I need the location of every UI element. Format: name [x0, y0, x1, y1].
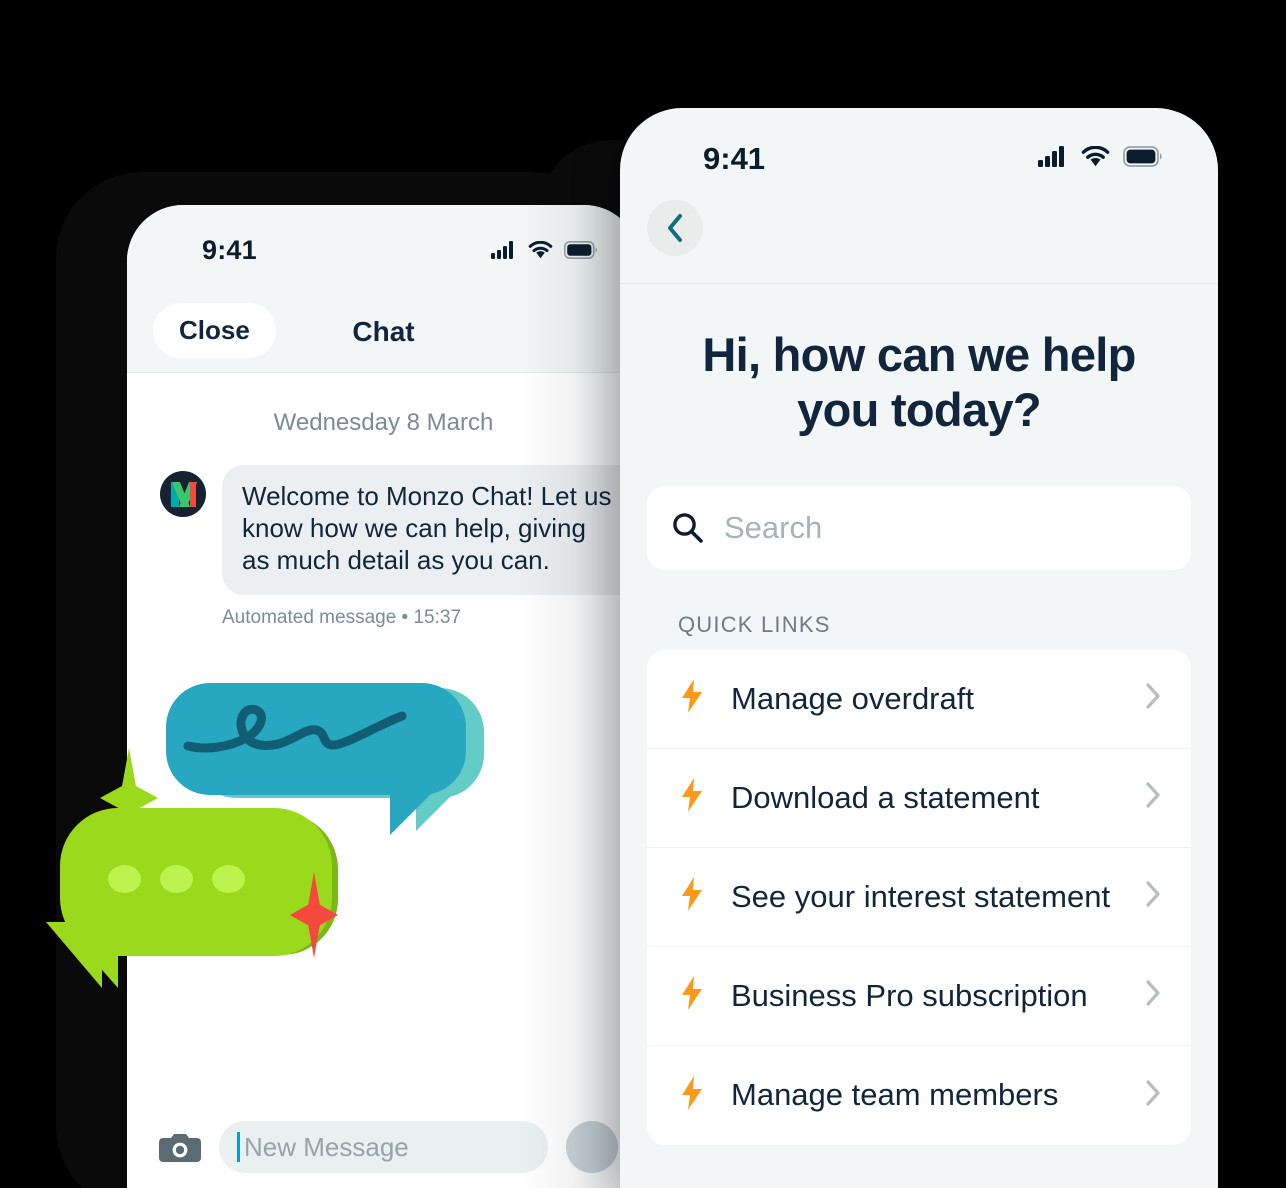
chevron-right-icon [1146, 980, 1166, 1011]
lightning-bolt-icon [677, 976, 707, 1015]
typing-dot-3 [212, 865, 245, 893]
back-button[interactable] [647, 200, 703, 256]
quick-link-label: Download a statement [731, 779, 1040, 815]
typing-dot-1 [108, 865, 141, 893]
lightning-bolt-icon [677, 1075, 707, 1115]
handwriting-scribble-icon [183, 704, 407, 753]
decorative-illustration [20, 660, 500, 1000]
lightning-bolt-icon [677, 679, 707, 718]
status-time: 9:41 [703, 141, 766, 176]
text-caret [237, 1132, 240, 1162]
camera-icon[interactable] [159, 1130, 201, 1164]
quick-link-row[interactable]: Business Pro subscription [647, 947, 1191, 1046]
status-icons [491, 241, 598, 259]
new-message-input[interactable]: New Message [219, 1121, 548, 1173]
help-nav-bar [620, 200, 1218, 284]
chat-nav-bar: Close Chat [127, 291, 640, 373]
page-title: Hi, how can we help you today? [702, 328, 1136, 436]
chat-status-bar: 9:41 [127, 205, 640, 291]
message-meta: Automated message • 15:37 [222, 606, 462, 628]
chevron-right-icon [1146, 683, 1166, 714]
search-icon [673, 513, 703, 544]
chat-title: Chat [352, 315, 415, 347]
quick-link-label: Business Pro subscription [731, 977, 1088, 1013]
lightning-bolt-icon [677, 778, 707, 817]
chevron-left-icon [668, 214, 682, 242]
lightning-bolt-icon [677, 877, 707, 916]
status-icons [1038, 146, 1163, 167]
cellular-signal-icon [491, 241, 513, 259]
status-time: 9:41 [202, 235, 257, 265]
chevron-right-icon [1146, 1080, 1166, 1111]
quick-link-row[interactable]: See your interest statement [647, 848, 1191, 947]
new-message-placeholder: New Message [244, 1131, 409, 1162]
quick-link-label: See your interest statement [731, 878, 1111, 914]
speech-bubble-teal-tail [390, 783, 442, 835]
typing-dot-2 [160, 865, 193, 893]
cellular-signal-icon [1038, 146, 1064, 167]
chat-message: Welcome to Monzo Chat! Let us know how w… [127, 437, 640, 595]
quick-links-section-label: QUICK LINKS [678, 611, 831, 637]
help-phone: 9:41 Hi, how can we help you today? Sear… [620, 108, 1218, 1188]
message-composer: New Message [127, 1106, 640, 1188]
chevron-right-icon [1146, 782, 1166, 813]
chevron-right-icon [1146, 881, 1166, 912]
wifi-icon [1081, 146, 1110, 167]
speech-bubble-green-tail [60, 922, 118, 988]
wifi-icon [528, 241, 553, 259]
quick-link-row[interactable]: Manage overdraft [647, 650, 1191, 749]
message-bubble: Welcome to Monzo Chat! Let us know how w… [222, 465, 640, 595]
quick-link-row[interactable]: Manage team members [647, 1046, 1191, 1145]
search-placeholder: Search [724, 509, 823, 545]
quick-links-card: Manage overdraft Download a statement Se… [647, 649, 1191, 1145]
quick-link-label: Manage overdraft [731, 680, 974, 716]
send-button[interactable] [566, 1121, 618, 1173]
quick-link-label: Manage team members [731, 1077, 1059, 1113]
monzo-logo-avatar [160, 471, 206, 517]
quick-link-row[interactable]: Download a statement [647, 749, 1191, 848]
battery-icon [1123, 146, 1162, 167]
date-divider: Wednesday 8 March [273, 409, 494, 436]
help-status-bar: 9:41 [620, 108, 1218, 200]
scene: 9:41 Close Chat Wednesday 8 March Welcom… [0, 0, 1286, 1188]
battery-icon [564, 241, 597, 259]
search-input[interactable]: Search [647, 485, 1191, 570]
